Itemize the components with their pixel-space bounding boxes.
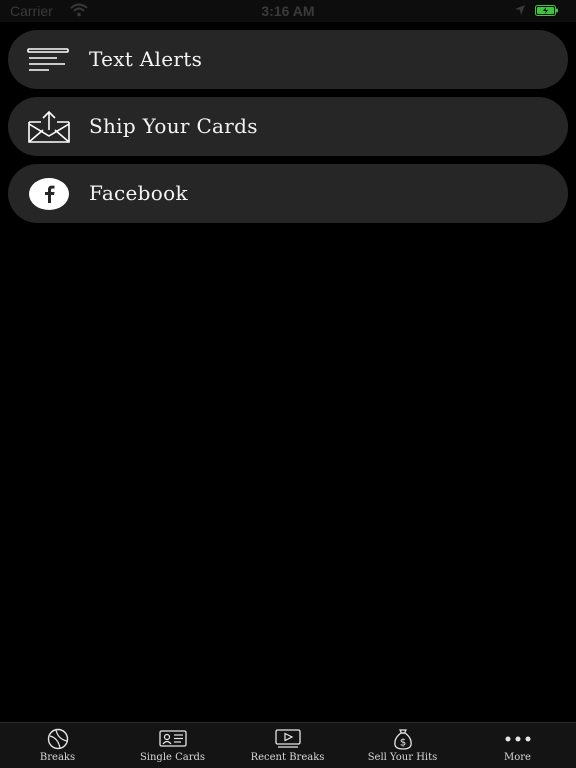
tab-bar: Breaks Single Cards Recent Breaks $ Sell… [0,722,576,768]
video-play-icon [230,728,345,750]
baseball-icon [0,728,115,750]
card-icon [115,728,230,750]
envelope-upload-icon [27,110,71,144]
tab-more[interactable]: More [460,723,575,768]
text-lines-icon [27,43,71,77]
tab-single-cards[interactable]: Single Cards [115,723,230,768]
status-bar: Carrier 3:16 AM [0,0,576,22]
tab-label: Recent Breaks [250,752,325,763]
menu-item-label: Text Alerts [89,47,203,71]
tab-label: Breaks [39,752,76,763]
menu-item-label: Ship Your Cards [89,114,258,138]
menu-item-facebook[interactable]: Facebook [8,164,568,223]
tab-label: Sell Your Hits [367,752,438,763]
tab-label: More [504,752,531,763]
status-time: 3:16 AM [261,3,315,19]
money-bag-icon: $ [345,728,460,750]
svg-text:$: $ [399,738,405,749]
battery-icon [535,5,558,16]
location-arrow-icon [515,5,525,15]
tab-sell-your-hits[interactable]: $ Sell Your Hits [345,723,460,768]
menu-item-text-alerts[interactable]: Text Alerts [8,30,568,89]
menu-item-ship-your-cards[interactable]: Ship Your Cards [8,97,568,156]
tab-recent-breaks[interactable]: Recent Breaks [230,723,345,768]
more-dots-icon [460,728,575,750]
menu-item-label: Facebook [89,181,188,205]
tab-breaks[interactable]: Breaks [0,723,115,768]
tab-label: Single Cards [139,752,206,763]
facebook-icon [27,177,71,211]
